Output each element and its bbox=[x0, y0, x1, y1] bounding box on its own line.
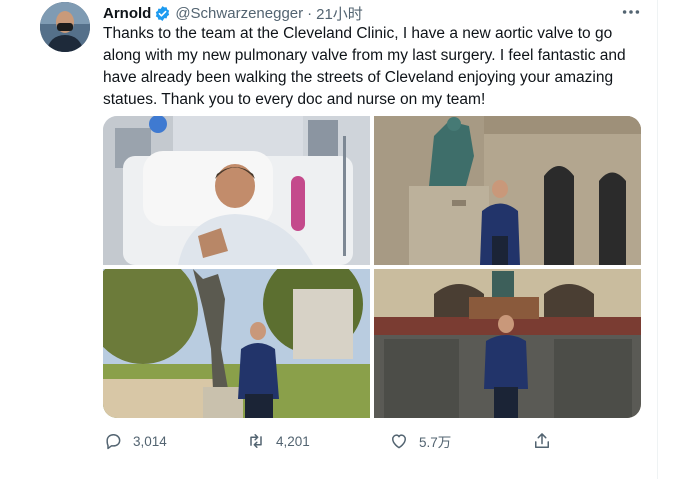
retweet-button[interactable]: 4,201 bbox=[246, 428, 310, 454]
share-button[interactable] bbox=[532, 428, 552, 454]
more-options-icon[interactable] bbox=[618, 2, 644, 22]
monument-photo-icon bbox=[374, 269, 641, 418]
column-divider bbox=[657, 0, 658, 479]
share-icon bbox=[532, 431, 552, 451]
photo-monument[interactable] bbox=[374, 269, 641, 418]
retweet-icon bbox=[246, 431, 266, 451]
like-button[interactable]: 5.7万 bbox=[389, 428, 451, 454]
heart-icon bbox=[389, 431, 409, 451]
header-separator: · bbox=[307, 4, 313, 22]
like-count: 5.7万 bbox=[419, 435, 452, 450]
author-name[interactable]: Arnold bbox=[103, 5, 151, 22]
tweet: Arnold @Schwarzenegger · 21小时 Thanks to … bbox=[0, 0, 690, 479]
tweet-header: Arnold @Schwarzenegger · 21小时 bbox=[103, 2, 363, 24]
reply-button[interactable]: 3,014 bbox=[103, 428, 167, 454]
hospital-bed-photo-icon bbox=[103, 116, 370, 265]
park-statue-photo-icon bbox=[103, 269, 370, 418]
reply-icon bbox=[103, 431, 123, 451]
retweet-count: 4,201 bbox=[276, 433, 310, 449]
photo-hospital[interactable] bbox=[103, 116, 370, 265]
tweet-actions: 3,014 4,201 5.7万 bbox=[103, 428, 563, 454]
avatar[interactable] bbox=[40, 2, 90, 52]
building-statue-photo-icon bbox=[374, 116, 641, 265]
media-grid bbox=[103, 116, 641, 418]
tweet-timestamp[interactable]: 21小时 bbox=[316, 3, 363, 24]
photo-building-statue[interactable] bbox=[374, 116, 641, 265]
photo-park-statue[interactable] bbox=[103, 269, 370, 418]
tweet-text: Thanks to the team at the Cleveland Clin… bbox=[103, 25, 626, 108]
author-handle[interactable]: @Schwarzenegger bbox=[175, 5, 303, 22]
verified-badge-icon bbox=[154, 5, 171, 22]
reply-count: 3,014 bbox=[133, 433, 167, 449]
